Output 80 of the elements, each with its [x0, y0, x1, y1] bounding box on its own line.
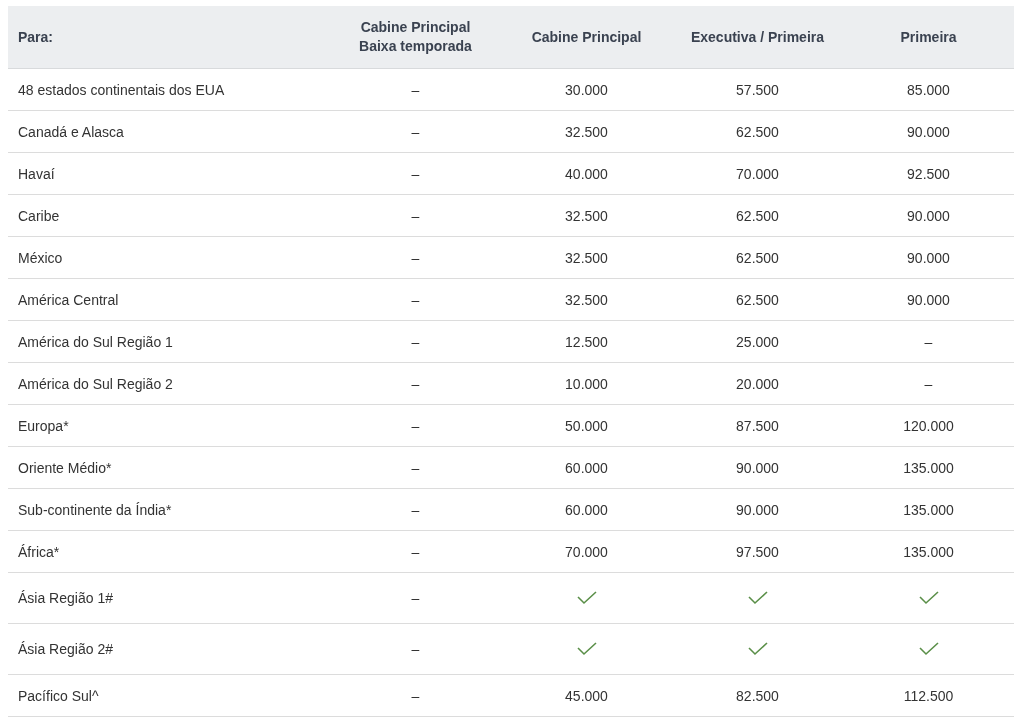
miles-cell: 32.500 [565, 207, 608, 224]
destination-cell: Havaí [18, 165, 55, 182]
destination-cell: México [18, 249, 63, 266]
destination-cell: África* [18, 543, 60, 560]
miles-cell: 90.000 [907, 291, 950, 308]
miles-cell: 50.000 [565, 417, 608, 434]
column-header: Executiva / Primeira [672, 6, 843, 69]
miles-cell: 90.000 [907, 123, 950, 140]
miles-cell: – [411, 291, 420, 308]
miles-cell: 135.000 [903, 501, 954, 518]
miles-cell: 90.000 [907, 249, 950, 266]
destination-cell: Sub-continente da Índia* [18, 501, 172, 518]
miles-cell: 135.000 [903, 543, 954, 560]
miles-cell: 45.000 [565, 687, 608, 704]
miles-cell: 57.500 [736, 81, 779, 98]
miles-cell: 135.000 [903, 459, 954, 476]
miles-cell: 60.000 [565, 501, 608, 518]
checkmark-icon [747, 591, 768, 605]
miles-cell: – [411, 81, 420, 98]
miles-cell: – [411, 123, 420, 140]
destination-cell: Ásia Região 2# [18, 641, 113, 657]
miles-cell: 62.500 [736, 291, 779, 308]
miles-cell: 90.000 [736, 459, 779, 476]
miles-cell: 32.500 [565, 123, 608, 140]
miles-cell: 62.500 [736, 207, 779, 224]
destination-cell: América Central [18, 291, 119, 308]
checkmark-icon [918, 591, 939, 605]
miles-cell: 85.000 [907, 81, 950, 98]
column-header: Primeira [843, 6, 1014, 69]
miles-cell: 62.500 [736, 249, 779, 266]
miles-cell: – [924, 333, 933, 350]
miles-cell: – [411, 590, 420, 606]
destination-cell: América do Sul Região 1 [18, 333, 173, 350]
column-header: Cabine Principal [501, 6, 672, 69]
miles-cell: – [411, 417, 420, 434]
miles-cell: 60.000 [565, 459, 608, 476]
checkmark-icon [576, 591, 597, 605]
miles-cell: – [411, 501, 420, 518]
miles-cell: – [411, 375, 420, 392]
miles-cell: 32.500 [565, 249, 608, 266]
destination-cell: Canadá e Alasca [18, 123, 124, 140]
miles-cell: 87.500 [736, 417, 779, 434]
checkmark-icon [747, 642, 768, 656]
miles-cell: – [411, 543, 420, 560]
miles-cell: 90.000 [907, 207, 950, 224]
miles-cell: 82.500 [736, 687, 779, 704]
destination-cell: Europa* [18, 417, 69, 434]
column-header: Para: [8, 6, 330, 69]
checkmark-icon [576, 642, 597, 656]
miles-cell: 10.000 [565, 375, 608, 392]
miles-cell: 62.500 [736, 123, 779, 140]
miles-cell: 112.500 [903, 687, 954, 704]
miles-cell: – [411, 459, 420, 476]
miles-cell: 70.000 [736, 165, 779, 182]
miles-cell: – [411, 249, 420, 266]
miles-cell: – [411, 641, 420, 657]
miles-cell: – [411, 207, 420, 224]
column-header: Cabine Principal Baixa temporada [330, 6, 501, 69]
checkmark-icon [918, 642, 939, 656]
destination-cell: Caribe [18, 207, 60, 224]
miles-cell: 92.500 [907, 165, 950, 182]
destination-cell: Ásia Região 1# [18, 590, 113, 606]
miles-cell: 97.500 [736, 543, 779, 560]
miles-cell: 40.000 [565, 165, 608, 182]
miles-cell: 32.500 [565, 291, 608, 308]
destination-cell: 48 estados continentais dos EUA [18, 81, 225, 98]
destination-cell: Oriente Médio* [18, 459, 112, 476]
miles-cell: 70.000 [565, 543, 608, 560]
miles-cell: – [924, 375, 933, 392]
miles-cell: – [411, 333, 420, 350]
miles-cell: 20.000 [736, 375, 779, 392]
miles-cell: – [411, 165, 420, 182]
miles-cell: 12.500 [565, 333, 608, 350]
miles-cell: – [411, 687, 420, 704]
miles-cell: 30.000 [565, 81, 608, 98]
destination-cell: América do Sul Região 2 [18, 375, 173, 392]
miles-cell: 90.000 [736, 501, 779, 518]
destination-cell: Pacífico Sul^ [18, 687, 99, 704]
miles-cell: 25.000 [736, 333, 779, 350]
miles-cell: 120.000 [903, 417, 954, 434]
